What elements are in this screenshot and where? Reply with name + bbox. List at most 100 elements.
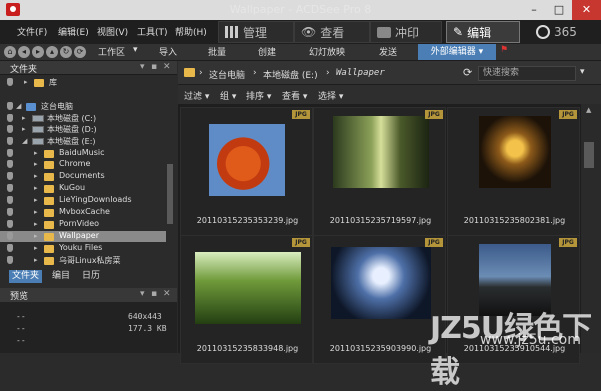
folder-tree-item[interactable]: ▸ Wallpaper (0, 231, 170, 242)
preview-close-icon[interactable]: ✕ (163, 289, 171, 299)
tab-calendar[interactable]: 日历 (79, 270, 103, 283)
chevron-right-icon[interactable]: ▸ (34, 160, 38, 168)
up-icon[interactable]: ▴ (46, 46, 58, 58)
slideshow-menu[interactable]: 幻灯放映 (309, 45, 345, 58)
maximize-button[interactable]: □ (547, 0, 571, 20)
chevron-down-icon[interactable]: ◢ (22, 137, 27, 145)
folder-tree-item[interactable]: ◢ 这台电脑 (0, 101, 170, 112)
chevron-right-icon[interactable]: ▸ (34, 244, 38, 252)
menu-edit[interactable]: 编辑(E) (58, 25, 89, 38)
pin-icon[interactable] (7, 208, 13, 216)
chevron-down-icon[interactable]: ◢ (16, 102, 21, 110)
pin-icon[interactable] (7, 149, 13, 157)
breadcrumb-drive-e[interactable]: 本地磁盘 (E:) (263, 68, 318, 81)
close-panel-icon[interactable]: ✕ (163, 62, 171, 72)
folder-tree-item[interactable]: ▸ BaiduMusic (0, 148, 170, 159)
chevron-right-icon[interactable]: ▸ (22, 125, 26, 133)
pin-icon[interactable] (7, 172, 13, 180)
thumbnail-item[interactable]: JPG 20110315235903990.jpg (313, 235, 446, 364)
mode-print-button[interactable]: 冲印 (370, 21, 442, 43)
pin-icon[interactable] (7, 244, 13, 252)
folder-tree-item[interactable]: ▸ MvboxCache (0, 207, 170, 218)
pin-icon[interactable] (7, 184, 13, 192)
breadcrumb-wallpaper[interactable]: Wallpaper (336, 68, 385, 78)
thumbnail-item[interactable]: JPG 20110315235802381.jpg (447, 107, 580, 236)
folders-scrollbar-thumb[interactable] (167, 164, 173, 224)
mode-view-button[interactable]: 👁 查看 (294, 21, 370, 43)
tab-catalog[interactable]: 编目 (49, 270, 73, 283)
import-menu[interactable]: 导入 (159, 45, 177, 58)
pin-icon[interactable] (7, 160, 13, 168)
menu-tools[interactable]: 工具(T) (137, 25, 168, 38)
pin-icon[interactable] (7, 102, 13, 110)
back-icon[interactable]: ◂ (18, 46, 30, 58)
chevron-right-icon[interactable]: ▸ (24, 78, 28, 86)
chevron-right-icon[interactable]: ▸ (34, 184, 38, 192)
pin-icon[interactable] (7, 232, 13, 240)
thumbnail-item[interactable]: JPG 20110315235833948.jpg (180, 235, 313, 364)
mode-edit-button[interactable]: ✎ 编辑 (446, 21, 520, 43)
tab-folders[interactable]: 文件夹 (9, 270, 43, 283)
chevron-right-icon[interactable]: ▸ (34, 256, 38, 264)
mode-365-button[interactable]: 365 (530, 21, 586, 43)
preview-dropdown-icon[interactable]: ▾ (140, 289, 145, 299)
pin-icon[interactable] (7, 256, 13, 264)
pin-icon[interactable] (7, 114, 13, 122)
folder-tree-item[interactable]: ◢ 本地磁盘 (E:) (0, 136, 170, 147)
preview-pin-icon[interactable]: ▪ (151, 289, 157, 299)
folder-tree-item[interactable]: ▸ 库 (0, 77, 170, 88)
pin-icon[interactable]: ▪ (151, 62, 157, 72)
pin-icon[interactable] (7, 125, 13, 133)
thumbnail-item[interactable]: JPG 20110315235353239.jpg (180, 107, 313, 236)
folder-tree-item[interactable]: ▸ 本地磁盘 (C:) (0, 113, 170, 124)
flag-icon[interactable]: ⚑ (500, 45, 508, 55)
search-dropdown-icon[interactable]: ▾ (580, 67, 585, 77)
quick-search-input[interactable]: 快速搜索 (478, 66, 576, 81)
sync-icon[interactable]: ⟳ (74, 46, 86, 58)
folder-tree-item[interactable]: ▸ PornVideo (0, 219, 170, 230)
home-icon[interactable]: ⌂ (4, 46, 16, 58)
folder-tree-item[interactable]: ▸ LieYingDownloads (0, 195, 170, 206)
menu-view[interactable]: 视图(V) (97, 25, 128, 38)
chevron-right-icon[interactable]: ▸ (34, 149, 38, 157)
folder-tree-item[interactable]: ▸ KuGou (0, 183, 170, 194)
folder-tree-item[interactable]: ▸ 乌哥Linux私房菜 (0, 255, 170, 266)
workspace-menu[interactable]: 工作区 (98, 45, 125, 58)
folder-tree-item[interactable]: ▸ Youku Files (0, 243, 170, 254)
chevron-right-icon[interactable]: ▸ (34, 208, 38, 216)
close-button[interactable]: ✕ (572, 0, 601, 20)
folder-tree-item[interactable]: ▸ 本地磁盘 (D:) (0, 124, 170, 135)
panel-dropdown-icon[interactable]: ▾ (140, 62, 145, 72)
chevron-right-icon[interactable]: ▸ (34, 172, 38, 180)
pin-icon[interactable] (7, 220, 13, 228)
menu-help[interactable]: 帮助(H) (175, 25, 207, 38)
minimize-button[interactable]: – (522, 0, 546, 20)
pin-icon[interactable] (7, 196, 13, 204)
select-menu[interactable]: 选择 ▾ (318, 89, 343, 102)
pin-icon[interactable] (7, 78, 13, 86)
sort-menu[interactable]: 排序 ▾ (246, 89, 271, 102)
chevron-right-icon[interactable]: ▸ (34, 196, 38, 204)
chevron-right-icon[interactable]: ▸ (22, 114, 26, 122)
thumbnail-item[interactable]: JPG 20110315235719597.jpg (313, 107, 446, 236)
breadcrumb-this-pc[interactable]: 这台电脑 (209, 68, 245, 81)
create-menu[interactable]: 创建 (258, 45, 276, 58)
refresh-icon[interactable]: ↻ (60, 46, 72, 58)
external-editor-button[interactable]: 外部编辑器 ▾ (418, 44, 496, 60)
batch-menu[interactable]: 批量 (208, 45, 226, 58)
folder-tree-item[interactable]: ▸ Documents (0, 171, 170, 182)
chevron-right-icon[interactable]: ▸ (34, 232, 38, 240)
pin-icon[interactable] (7, 137, 13, 145)
forward-icon[interactable]: ▸ (32, 46, 44, 58)
view-menu[interactable]: 查看 ▾ (282, 89, 307, 102)
filter-menu[interactable]: 过滤 ▾ (184, 89, 209, 102)
scroll-up-icon[interactable]: ▲ (586, 106, 591, 114)
mode-manage-button[interactable]: 管理 (218, 21, 294, 43)
menu-file[interactable]: 文件(F) (17, 25, 47, 38)
chevron-right-icon[interactable]: ▸ (34, 220, 38, 228)
sync-icon[interactable]: ⟳ (463, 66, 472, 79)
folder-tree-item[interactable]: ▸ Chrome (0, 159, 170, 170)
file-list-scrollbar-thumb[interactable] (584, 142, 594, 168)
send-menu[interactable]: 发送 (379, 45, 397, 58)
group-menu[interactable]: 组 ▾ (220, 89, 236, 102)
